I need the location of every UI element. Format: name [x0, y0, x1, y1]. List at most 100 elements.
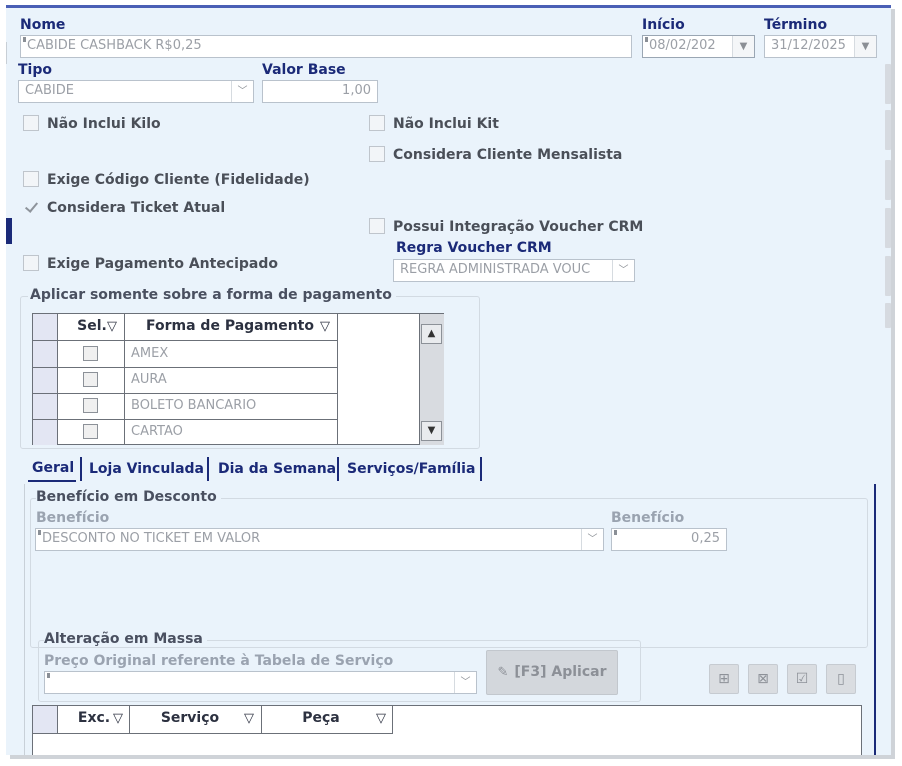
- document-icon[interactable]: ▯: [826, 664, 856, 694]
- tab-servicos-familia[interactable]: Serviços/Família: [347, 461, 475, 477]
- grid-corner: [33, 314, 58, 340]
- row-divider: [33, 419, 338, 420]
- forma-cell: CARTAO: [131, 424, 183, 439]
- tipo-select[interactable]: CABIDE ﹀: [18, 80, 254, 103]
- forma-cell: AMEX: [131, 346, 169, 361]
- tipo-value: CABIDE: [25, 83, 74, 98]
- side-toolbar-button[interactable]: [885, 208, 891, 248]
- preco-original-label: Preço Original referente à Tabela de Ser…: [44, 653, 394, 669]
- beneficio-label: Benefício: [36, 510, 110, 526]
- checkbox-box[interactable]: [369, 115, 385, 131]
- col-sel-label: Sel.: [77, 318, 107, 334]
- checkbox-label: Considera Ticket Atual: [47, 200, 226, 216]
- row-checkbox[interactable]: [83, 424, 98, 439]
- inicio-dropdown-icon[interactable]: ▼: [732, 36, 754, 57]
- forma-cell: BOLETO BANCARIO: [131, 398, 257, 413]
- col-divider: [337, 314, 338, 445]
- beneficio-chevron-icon[interactable]: ﹀: [581, 529, 603, 550]
- tipo-chevron-icon[interactable]: ﹀: [231, 81, 253, 102]
- valor-base-field[interactable]: 1,00: [262, 80, 378, 103]
- tab-separator: [480, 457, 482, 481]
- col-forma-header[interactable]: Forma de Pagamento: [125, 318, 335, 334]
- side-toolbar-button[interactable]: [885, 64, 891, 104]
- checkbox-box[interactable]: [369, 146, 385, 162]
- preco-chevron-icon[interactable]: ﹀: [454, 672, 476, 693]
- checkbox-box[interactable]: [23, 171, 39, 187]
- checkbox-label: Exige Pagamento Antecipado: [47, 256, 279, 272]
- tab-geral[interactable]: Geral: [32, 460, 74, 476]
- scroll-down-icon[interactable]: ▼: [421, 421, 442, 441]
- termino-label: Término: [764, 17, 828, 33]
- grid-remove-icon[interactable]: ⊠: [748, 664, 778, 694]
- col-servico-label: Serviço: [160, 710, 220, 726]
- valor-base-label: Valor Base: [262, 62, 346, 78]
- side-toolbar-button[interactable]: [885, 110, 891, 150]
- apply-button[interactable]: ✎ [F3] Aplicar: [486, 650, 618, 695]
- scroll-up-icon[interactable]: ▲: [421, 324, 442, 344]
- exige-pagamento-antecipado-checkbox[interactable]: Exige Pagamento Antecipado: [23, 255, 278, 272]
- filter-icon[interactable]: ▽: [113, 711, 123, 726]
- considera-cliente-mensalista-checkbox[interactable]: Considera Cliente Mensalista: [369, 146, 622, 163]
- checkbox-box[interactable]: [23, 255, 39, 271]
- tab-separator: [337, 457, 339, 481]
- nome-field[interactable]: CABIDE CASHBACK R$0,25: [20, 35, 632, 58]
- possui-integracao-voucher-checkbox[interactable]: Possui Integração Voucher CRM: [369, 218, 643, 235]
- regra-voucher-value: REGRA ADMINISTRADA VOUC: [400, 262, 591, 277]
- row-checkbox[interactable]: [83, 346, 98, 361]
- row-divider: [33, 367, 338, 368]
- beneficio-valor-field[interactable]: 0,25: [611, 528, 727, 551]
- inicio-label: Início: [642, 17, 685, 33]
- exige-codigo-cliente-checkbox[interactable]: Exige Código Cliente (Fidelidade): [23, 171, 310, 188]
- beneficio-valor-value: 0,25: [691, 531, 720, 546]
- apply-icon: ✎: [497, 665, 509, 680]
- filter-icon[interactable]: ▽: [320, 319, 330, 334]
- payment-grid: Sel. ▽ Forma de Pagamento ▽ AMEX AURA BO…: [32, 313, 444, 445]
- termino-dropdown-icon[interactable]: ▼: [854, 36, 876, 57]
- col-divider: [392, 706, 393, 733]
- services-grid: Exc. ▽ Serviço ▽ Peça ▽: [32, 705, 862, 755]
- col-peca-label: Peça: [302, 710, 340, 726]
- payment-grid-scrollbar[interactable]: ▲ ▼: [419, 314, 444, 445]
- check-list-icon[interactable]: ☑: [787, 664, 817, 694]
- checkbox-checked-icon[interactable]: [23, 199, 39, 215]
- tipo-label: Tipo: [18, 62, 52, 78]
- col-servico-header[interactable]: Serviço: [130, 710, 250, 726]
- nome-label: Nome: [20, 17, 66, 33]
- row-checkbox[interactable]: [83, 372, 98, 387]
- forma-cell: AURA: [131, 372, 167, 387]
- nao-inclui-kit-checkbox[interactable]: Não Inclui Kit: [369, 115, 499, 132]
- apply-button-label: [F3] Aplicar: [514, 664, 607, 680]
- side-toolbar-button[interactable]: [885, 303, 891, 328]
- considera-ticket-atual-checkbox[interactable]: Considera Ticket Atual: [23, 199, 225, 216]
- grid-add-icon[interactable]: ⊞: [709, 664, 739, 694]
- preco-original-select[interactable]: ﹀: [44, 671, 477, 694]
- tab-loja-vinculada[interactable]: Loja Vinculada: [89, 461, 204, 477]
- left-edge-mark: [6, 42, 11, 64]
- regra-voucher-select[interactable]: REGRA ADMINISTRADA VOUC ﹀: [393, 259, 635, 282]
- beneficio-valor-label: Benefício: [611, 510, 685, 526]
- row-divider: [33, 340, 338, 341]
- inicio-date-picker[interactable]: 08/02/202 ▼: [642, 35, 755, 58]
- side-toolbar-button[interactable]: [885, 160, 891, 200]
- nome-value: CABIDE CASHBACK R$0,25: [27, 38, 202, 53]
- termino-date-picker[interactable]: 31/12/2025 ▼: [764, 35, 877, 58]
- beneficio-select[interactable]: DESCONTO NO TICKET EM VALOR ﹀: [35, 528, 604, 551]
- col-forma-label: Forma de Pagamento: [146, 318, 314, 334]
- form-window: Nome CABIDE CASHBACK R$0,25 Início 08/02…: [6, 5, 891, 755]
- col-peca-header[interactable]: Peça: [262, 710, 380, 726]
- regra-voucher-chevron-icon[interactable]: ﹀: [612, 260, 634, 281]
- filter-icon[interactable]: ▽: [107, 319, 117, 334]
- regra-voucher-label: Regra Voucher CRM: [396, 240, 552, 256]
- filter-icon[interactable]: ▽: [244, 711, 254, 726]
- checkbox-label: Exige Código Cliente (Fidelidade): [47, 172, 310, 188]
- checkbox-box[interactable]: [369, 218, 385, 234]
- filter-icon[interactable]: ▽: [376, 711, 386, 726]
- row-checkbox[interactable]: [83, 398, 98, 413]
- nao-inclui-kilo-checkbox[interactable]: Não Inclui Kilo: [23, 115, 161, 132]
- beneficio-group-title: Benefício em Desconto: [36, 489, 221, 505]
- valor-base-value: 1,00: [342, 83, 371, 98]
- tab-dia-da-semana[interactable]: Dia da Semana: [218, 461, 336, 477]
- checkbox-box[interactable]: [23, 115, 39, 131]
- side-toolbar-button[interactable]: [885, 256, 891, 296]
- col-divider: [124, 314, 125, 445]
